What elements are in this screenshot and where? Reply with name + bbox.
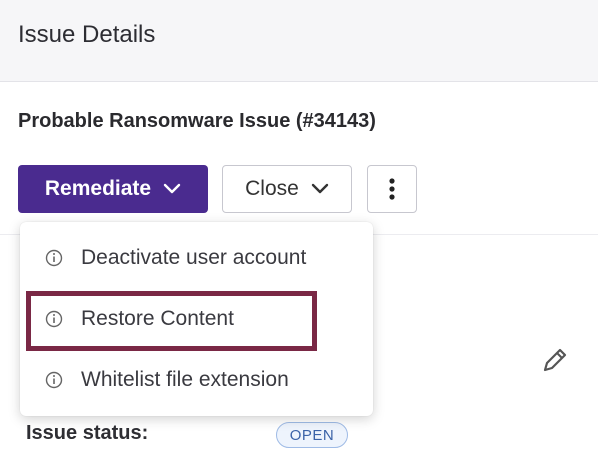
chevron-down-icon [163,183,181,194]
status-badge: OPEN [276,422,348,448]
close-button[interactable]: Close [222,165,352,213]
menu-item-label: Deactivate user account [81,246,307,269]
panel-title: Issue Details [18,21,156,48]
close-button-label: Close [245,177,299,200]
pencil-icon[interactable] [540,345,570,375]
issue-details-panel: Issue Details Probable Ransomware Issue … [0,0,598,476]
remediate-button-label: Remediate [44,177,152,200]
vertical-ellipsis-icon [389,178,395,200]
chevron-down-icon [311,183,329,194]
menu-item-whitelist-file-extension[interactable]: Whitelist file extension [20,358,373,402]
menu-item-label: Whitelist file extension [81,368,289,391]
info-icon [45,371,63,389]
remediate-button[interactable]: Remediate [18,165,208,213]
info-icon [45,249,63,267]
menu-item-deactivate-user-account[interactable]: Deactivate user account [20,236,373,280]
panel-header: Issue Details [0,0,598,82]
more-actions-button[interactable] [367,165,417,213]
highlight-annotation-box [26,291,317,351]
issue-title: Probable Ransomware Issue (#34143) [18,110,376,132]
issue-status-label: Issue status: [26,422,149,444]
